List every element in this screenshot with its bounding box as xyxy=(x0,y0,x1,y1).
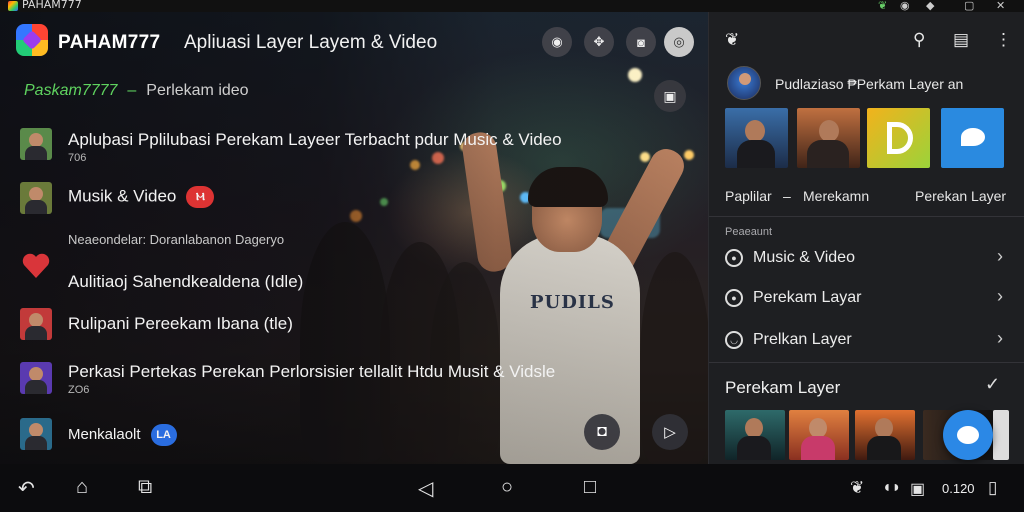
battery-icon: ▯ xyxy=(988,478,998,497)
window-icon[interactable]: ⧉ xyxy=(138,476,152,499)
record-icon: ● xyxy=(725,289,743,307)
play-icon: ▷ xyxy=(664,424,676,441)
puzzle-icon: ✥ xyxy=(593,34,605,49)
item-thumbnail xyxy=(20,308,52,340)
screenshot-button[interactable]: ▣ xyxy=(654,80,686,112)
menu-item-label: Prelkan Layer xyxy=(753,331,852,348)
settings-icon: ◎ xyxy=(673,34,685,49)
caption-screen: Perekan Layer xyxy=(915,188,1007,204)
featured-thumbnail[interactable] xyxy=(725,108,788,168)
camera-edit-button[interactable]: ◙ xyxy=(626,27,656,57)
more-icon[interactable]: ⋮ xyxy=(995,30,1012,50)
subtitle-text: Perlekam ideo xyxy=(146,82,249,99)
menu-item-screen-record[interactable]: ● Perekam Layar › xyxy=(709,280,1024,318)
video-thumbnail[interactable] xyxy=(725,410,785,460)
navigation-bar: ↶ ⌂ ⧉ ◁ ○ □ ❦ ◖◗ ▣ 0.120 ▯ xyxy=(0,464,1024,512)
menu-item-label: Perekam Layar xyxy=(753,289,862,306)
chat-fab-button[interactable] xyxy=(943,410,993,460)
section-heading: Peaeaunt xyxy=(725,226,773,238)
featured-thumbnail[interactable] xyxy=(867,108,930,168)
notification-icon: ◆ xyxy=(926,0,935,12)
item-title: Menkalaolt xyxy=(68,425,141,443)
item-title: Apluþasi Pplilubasi Perekam Layeer Terba… xyxy=(68,130,562,149)
featured-thumbnail[interactable] xyxy=(797,108,860,168)
caption-popular: Paplilar xyxy=(725,188,772,204)
item-subtitle: 706 xyxy=(68,152,87,164)
window-title: PAHAM777 xyxy=(22,0,82,11)
heart-icon xyxy=(20,250,52,282)
avatar[interactable] xyxy=(727,66,761,100)
panel-username: Pudlaziaso ₱Perkam Layer an xyxy=(775,76,964,92)
subtitle-brand: Paskam7777 xyxy=(24,82,118,99)
divider xyxy=(709,362,1024,363)
camera-edit-icon: ◙ xyxy=(637,34,645,50)
video-thumbnail[interactable] xyxy=(789,410,849,460)
leaf-status-icon: ❦ xyxy=(850,478,865,497)
divider xyxy=(709,216,1024,217)
brand-name: PAHAM777 xyxy=(58,32,161,53)
video-thumbnail[interactable] xyxy=(855,410,915,460)
cast-icon: ▣ xyxy=(910,481,926,498)
video-thumbnail-partial[interactable] xyxy=(993,410,1009,460)
status-bar: PAHAM777 ❦ ◉ ◆ ▢ ✕ xyxy=(0,0,1024,12)
clock: 0.120 xyxy=(942,481,975,496)
search-icon[interactable]: ⚲ xyxy=(913,30,925,50)
home-outline-icon[interactable]: ⌂ xyxy=(76,476,88,499)
item-thumbnail xyxy=(20,418,52,450)
chevron-right-icon: › xyxy=(997,328,1003,348)
leaf-icon: ❦ xyxy=(878,0,888,12)
item-thumbnail xyxy=(20,182,52,214)
item-thumbnail xyxy=(20,362,52,394)
item-title: Perkasi Pertekas Perekan Perlorsisier te… xyxy=(68,362,556,381)
caption-separator: – xyxy=(783,188,791,204)
item-subtitle: ZO6 xyxy=(68,384,90,396)
undo-icon[interactable]: ↶ xyxy=(18,476,35,501)
item-title: Musik & Video xyxy=(68,186,177,206)
github-icon: ◉ xyxy=(900,0,910,12)
puzzle-button[interactable]: ✥ xyxy=(584,27,614,57)
chat-button[interactable]: ◉ xyxy=(542,27,572,57)
play-button[interactable]: ▷ xyxy=(652,414,688,450)
face-icon: ◡ xyxy=(725,331,743,349)
item-title-row: Menkalaolt LA xyxy=(68,424,177,446)
close-icon[interactable]: ✕ xyxy=(996,0,1005,12)
music-icon: ● xyxy=(725,249,743,267)
layout-icon[interactable]: ▤ xyxy=(953,30,969,50)
page-title: Apliuasi Layer Layem & Video xyxy=(184,32,438,53)
chevron-right-icon: › xyxy=(997,246,1003,266)
item-title: Aulitiaoj Sahendkealdena (Idle) xyxy=(68,272,304,291)
recents-icon[interactable]: □ xyxy=(584,476,596,499)
settings-button[interactable]: ◎ xyxy=(664,27,694,57)
home-icon[interactable]: ○ xyxy=(501,476,513,499)
maximize-icon[interactable]: ▢ xyxy=(964,0,974,12)
subtitle: Paskam7777– Perlekam ideo xyxy=(24,82,249,100)
back-icon[interactable]: ◁ xyxy=(418,476,433,501)
camera-button[interactable]: ◘ xyxy=(584,414,620,450)
subtitle-separator: – xyxy=(127,82,137,99)
item-title-row: Musik & Video Ⲙ xyxy=(68,186,215,208)
audio-icon: ◖◗ xyxy=(882,479,902,496)
caption-record: Merekamn xyxy=(803,188,870,204)
camera-icon: ◘ xyxy=(597,423,607,440)
side-panel: ❦ ⚲ ▤ ⋮ Pudlaziaso ₱Perkam Layer an Papl… xyxy=(708,12,1024,464)
list-note: Neaeondelar: Doranlabanon Dageryo xyxy=(68,232,285,247)
leaf-logo-icon[interactable]: ❦ xyxy=(725,30,739,50)
menu-item-label: Music & Video xyxy=(753,249,855,266)
app-logo xyxy=(16,24,48,56)
video-list-title: Perekam Layer xyxy=(725,378,841,397)
chat-icon: ◉ xyxy=(551,34,563,49)
item-badge: Ⲙ xyxy=(186,186,215,208)
featured-thumbnail[interactable] xyxy=(941,108,1004,168)
item-thumbnail xyxy=(20,128,52,160)
item-title: Rulipani Pereekam Ibana (tle) xyxy=(68,314,293,333)
menu-item-music-video[interactable]: ● Music & Video › xyxy=(709,240,1024,278)
app-mini-logo-icon xyxy=(8,1,18,11)
check-chevron-icon[interactable]: ✓ xyxy=(985,374,1000,395)
screenshot-icon: ▣ xyxy=(663,87,677,104)
item-badge: LA xyxy=(150,424,177,446)
chevron-right-icon: › xyxy=(997,286,1003,306)
menu-item-layer[interactable]: ◡ Prelkan Layer › xyxy=(709,322,1024,360)
